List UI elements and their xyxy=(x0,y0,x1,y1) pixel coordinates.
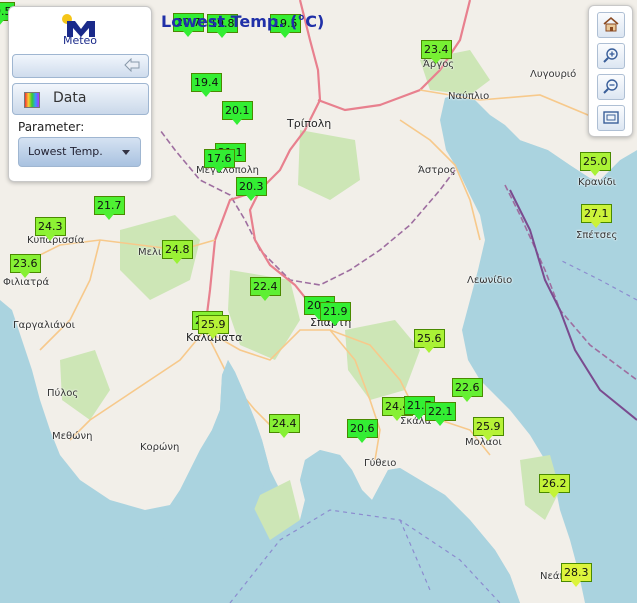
station-marker[interactable]: 21.7 xyxy=(94,196,125,220)
parameter-select[interactable]: Lowest Temp. xyxy=(18,137,141,167)
station-marker[interactable]: 23.4 xyxy=(421,40,452,64)
parameter-select-value: Lowest Temp. xyxy=(28,145,103,158)
map-title: Lowest Temp. (°C) xyxy=(161,12,325,31)
map-toolbar xyxy=(588,5,633,137)
place-label-meli: Μελι xyxy=(138,247,162,258)
station-marker[interactable]: 27.1 xyxy=(581,204,612,228)
full-extent-button[interactable] xyxy=(597,105,625,131)
station-marker[interactable]: 22.4 xyxy=(250,277,281,301)
station-marker[interactable]: 20.6 xyxy=(347,419,378,443)
station-marker[interactable]: 24.3 xyxy=(35,217,66,241)
parameter-label: Parameter: xyxy=(18,120,85,134)
station-marker[interactable]: 24.4 xyxy=(269,414,300,438)
station-marker[interactable]: 20.3 xyxy=(236,177,267,201)
place-label-gytheio: Γύθειο xyxy=(364,458,397,469)
place-label-pylos: Πύλος xyxy=(47,388,79,399)
collapse-panel-button[interactable] xyxy=(12,54,149,78)
place-label-kranidi: Κρανίδι xyxy=(578,177,616,188)
fullscreen-icon xyxy=(603,111,619,124)
station-marker[interactable]: 26.2 xyxy=(539,474,570,498)
zoom-in-icon xyxy=(603,48,618,63)
place-label-spetses: Σπέτσες xyxy=(576,230,618,241)
station-marker[interactable]: 25.9 xyxy=(473,417,504,441)
place-label-koroni: Κορώνη xyxy=(140,442,180,453)
station-marker[interactable]: 28.3 xyxy=(561,563,592,587)
place-label-tripoli: Τρίπολη xyxy=(287,117,332,130)
station-marker[interactable]: 22.1 xyxy=(425,402,456,426)
station-marker[interactable]: 21.9 xyxy=(320,302,351,326)
place-label-kyparissia: Κυπαρισσία xyxy=(27,235,85,246)
station-marker[interactable]: 25.9 xyxy=(198,315,229,339)
station-marker[interactable]: 23.6 xyxy=(10,254,41,278)
station-marker[interactable]: 24.8 xyxy=(162,240,193,264)
station-marker[interactable]: 25.6 xyxy=(414,329,445,353)
zoom-out-button[interactable] xyxy=(597,74,625,100)
home-icon xyxy=(603,16,619,32)
sea-lane xyxy=(509,189,637,421)
station-marker[interactable]: 17.6 xyxy=(204,149,235,173)
data-button-label: Data xyxy=(53,90,87,106)
place-label-filiatra: Φιλιατρά xyxy=(3,277,50,288)
zoom-in-button[interactable] xyxy=(597,43,625,69)
place-label-methoni: Μεθώνη xyxy=(52,431,93,442)
color-palette-icon xyxy=(24,92,40,108)
station-marker[interactable]: 22.6 xyxy=(452,378,483,402)
station-marker[interactable]: 20.1 xyxy=(222,101,253,125)
place-label-lygourio: Λυγουριό xyxy=(530,69,577,80)
arrow-left-icon xyxy=(124,58,140,72)
control-panel: Meteo Data Parameter: Lowest Temp. xyxy=(8,6,152,182)
station-marker[interactable]: 19.4 xyxy=(191,73,222,97)
home-button[interactable] xyxy=(597,12,625,38)
place-label-gargaliani: Γαργαλιάνοι xyxy=(13,320,76,331)
place-label-nafplio: Ναύπλιο xyxy=(448,91,490,102)
chevron-down-icon xyxy=(122,150,130,155)
data-button[interactable]: Data xyxy=(12,83,149,115)
logo-text: Meteo xyxy=(62,34,98,47)
place-label-astros: Άστρος xyxy=(418,165,456,176)
zoom-out-icon xyxy=(603,79,618,94)
map-canvas[interactable]: Άργος Λυγουριό Ναύπλιο Τρίπολη Μεγαλόπολ… xyxy=(0,0,637,603)
place-label-leonidio: Λεωνίδιο xyxy=(467,275,513,286)
station-marker[interactable]: 25.0 xyxy=(580,152,611,176)
